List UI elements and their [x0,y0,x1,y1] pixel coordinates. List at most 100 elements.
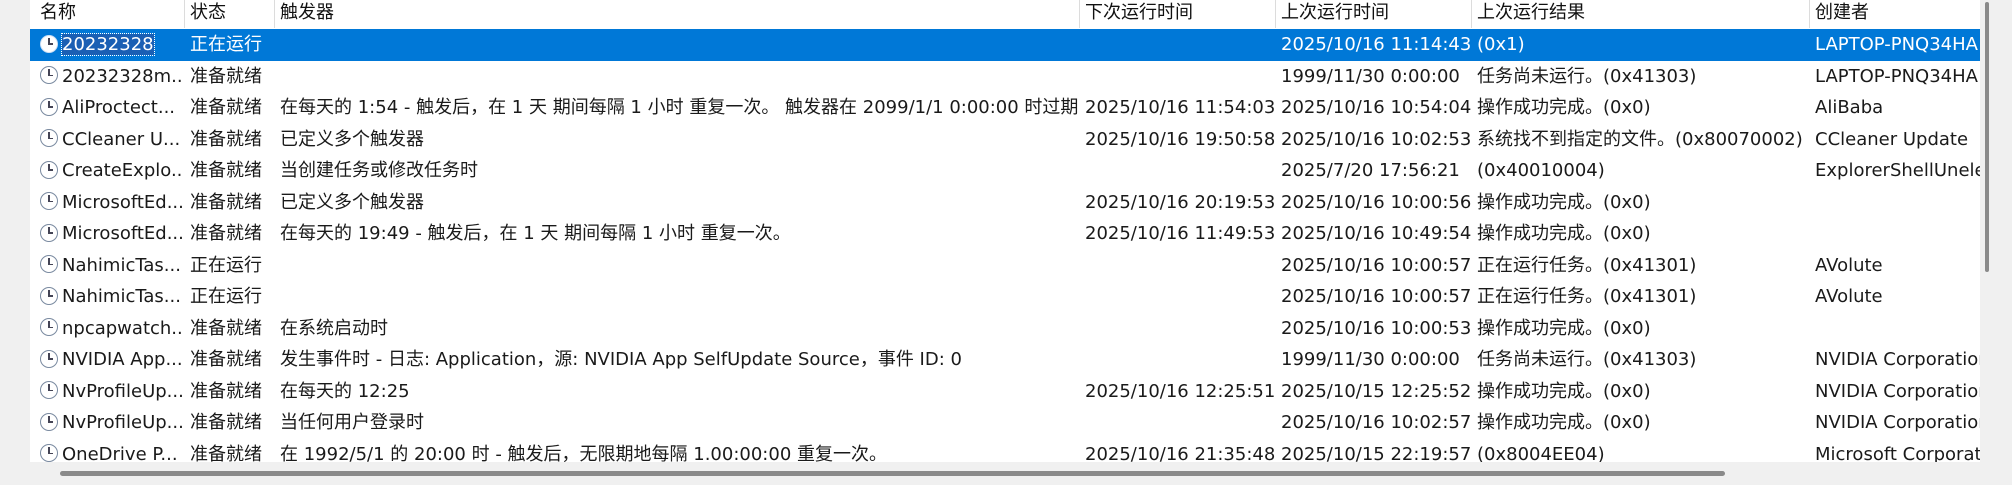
task-last-result-cell: (0x8004EE04) [1477,443,1605,463]
task-name-text: NahimicTas... [62,286,181,307]
task-name-cell: NVIDIA App... [34,344,184,376]
task-row[interactable]: NahimicTas... 正在运行 2025/10/16 10:00:57 正在运行… [30,281,1980,313]
task-author-cell: LAPTOP-PNQ34HA [1815,65,1978,87]
task-next-run-cell [1079,313,1275,345]
task-row[interactable]: NvProfileUp... 准备就绪 当任何用户登录时 2025/10/16 10:… [30,407,1980,439]
task-trigger-cell [274,250,1079,282]
column-header-next-run[interactable]: 下次运行时间 [1079,0,1275,28]
task-author-cell [1809,218,1980,250]
task-name-cell: NvProfileUp... [34,407,184,439]
vertical-scrollbar[interactable] [1980,0,1994,462]
task-status-cell: 准备就绪 [190,380,262,402]
task-row[interactable]: NahimicTas... 正在运行 2025/10/16 10:00:57 正在运行… [30,250,1980,282]
column-header-name[interactable]: 名称 [34,0,184,28]
task-clock-icon [40,412,58,431]
task-author-cell: AVolute [1815,254,1883,276]
task-author-cell: Microsoft Corporatio [1815,443,1980,463]
task-rows: 20232328 正在运行 2025/10/16 11:14:43 (0x1) LAPT… [30,29,1980,462]
column-header-last-run[interactable]: 上次运行时间 [1275,0,1471,28]
task-last-result-cell: 操作成功完成。(0x0) [1477,97,1651,118]
task-row[interactable]: OneDrive P... 准备就绪在 1992/5/1 的 20:00 时 - … [30,439,1980,463]
task-author-cell: AVolute [1815,286,1883,307]
task-trigger-cell [274,281,1079,313]
task-trigger-cell [274,29,1079,61]
task-next-run-cell [1079,407,1275,439]
task-name-cell: 20232328m... [34,61,184,93]
task-clock-icon [40,444,58,462]
task-next-run-cell [1079,29,1275,61]
task-last-result-cell: 正在运行任务。(0x41301) [1477,254,1697,276]
task-name-cell: npcapwatch... [34,313,184,345]
column-header-author[interactable]: 创建者 [1809,0,1980,28]
task-name-text: CreateExplo... [62,160,184,181]
task-last-run-cell: 2025/10/16 10:02:57 [1281,412,1471,433]
task-status-cell: 准备就绪 [190,160,262,181]
task-last-run-cell: 2025/10/16 10:00:57 [1281,286,1471,307]
task-last-run-cell: 2025/10/16 11:14:43 [1281,34,1471,55]
task-trigger-cell: 在每天的 19:49 - 触发后，在 1 天 期间每隔 1 小时 重复一次。 [280,223,791,244]
task-next-run-cell [1079,250,1275,282]
task-author-cell: CCleaner Update [1815,128,1969,150]
task-row[interactable]: CreateExplo... 准备就绪 当创建任务或修改任务时 2025/7/20 1… [30,155,1980,187]
task-status-cell: 正在运行 [190,286,262,307]
task-row[interactable]: MicrosoftEd... 准备就绪 已定义多个触发器 2025/10/16 20:… [30,187,1980,219]
task-name-text: NahimicTas... [62,254,181,276]
task-status-cell: 准备就绪 [190,443,262,463]
column-header-last-result[interactable]: 上次运行结果 [1471,0,1809,28]
horizontal-scrollbar[interactable] [30,462,1980,485]
task-last-result-cell: 任务尚未运行。(0x41303) [1477,349,1697,370]
horizontal-scrollbar-thumb[interactable] [60,471,1725,476]
task-last-result-cell: 操作成功完成。(0x0) [1477,191,1651,213]
task-status-cell: 正在运行 [190,254,262,276]
task-row[interactable]: CCleaner U... 准备就绪 已定义多个触发器 2025/10/16 19:5… [30,124,1980,156]
task-name-cell: MicrosoftEd... [34,218,184,250]
task-clock-icon [40,286,58,305]
task-author-cell: NVIDIA Corporation [1815,380,1980,402]
task-trigger-cell: 已定义多个触发器 [280,191,424,213]
task-name-cell: AliProctect... [34,92,184,124]
task-last-run-cell: 1999/11/30 0:00:00 [1281,349,1460,370]
task-row[interactable]: 20232328m... 准备就绪 1999/11/30 0:00:00 任务尚未运行… [30,61,1980,93]
task-row[interactable]: npcapwatch... 准备就绪 在系统启动时 2025/10/16 10:00:… [30,313,1980,345]
task-status-cell: 准备就绪 [190,317,262,339]
task-last-result-cell: 系统找不到指定的文件。(0x80070002) [1477,128,1803,150]
column-header-trigger[interactable]: 触发器 [274,0,1114,28]
task-trigger-cell: 发生事件时 - 日志: Application，源: NVIDIA App Se… [280,349,962,370]
task-trigger-cell [274,61,1079,93]
task-clock-icon [40,318,58,336]
task-name-cell: 20232328 [34,29,184,61]
task-next-run-cell: 2025/10/16 11:49:53 [1085,223,1275,244]
task-name-text: npcapwatch... [62,317,184,339]
task-row[interactable]: AliProctect... 准备就绪 在每天的 1:54 - 触发后，在 1 天 … [30,92,1980,124]
task-last-result-cell: 正在运行任务。(0x41301) [1477,286,1697,307]
task-name-text: 20232328 [61,33,155,56]
task-row[interactable]: NvProfileUp... 准备就绪 在每天的 12:25 2025/10/16 1… [30,376,1980,408]
task-row[interactable]: NVIDIA App... 准备就绪 发生事件时 - 日志: Application… [30,344,1980,376]
task-last-run-cell: 2025/10/16 10:00:57 [1281,254,1471,276]
task-status-cell: 准备就绪 [190,412,262,433]
task-last-run-cell: 1999/11/30 0:00:00 [1281,65,1460,87]
task-next-run-cell: 2025/10/16 11:54:03 [1085,97,1275,118]
task-next-run-cell [1079,61,1275,93]
column-header-status[interactable]: 状态 [184,0,272,28]
task-last-result-cell: 操作成功完成。(0x0) [1477,223,1651,244]
task-last-run-cell: 2025/10/16 10:54:04 [1281,97,1471,118]
task-name-cell: NvProfileUp... [34,376,184,408]
task-next-run-cell: 2025/10/16 19:50:58 [1085,128,1275,150]
task-name-cell: MicrosoftEd... [34,187,184,219]
task-trigger-cell: 在 1992/5/1 的 20:00 时 - 触发后，无限期地每隔 1.00:0… [280,443,887,463]
task-list-table[interactable]: 名称 状态 触发器 下次运行时间 上次运行时间 上次运行结果 创建者 20232… [30,0,1980,462]
task-next-run-cell [1079,281,1275,313]
task-last-run-cell: 2025/10/16 10:49:54 [1281,223,1471,244]
task-name-cell: NahimicTas... [34,281,184,313]
task-author-cell [1809,187,1980,219]
task-author-cell: ExplorerShellUnelev [1815,160,1980,181]
task-row[interactable]: 20232328 正在运行 2025/10/16 11:14:43 (0x1) LAPT… [30,29,1980,61]
task-name-text: OneDrive P... [62,443,178,463]
vertical-scrollbar-thumb[interactable] [1985,2,1989,272]
task-next-run-cell: 2025/10/16 21:35:48 [1085,443,1275,463]
task-name-text: NVIDIA App... [62,349,183,370]
task-status-cell: 准备就绪 [190,191,262,213]
task-row[interactable]: MicrosoftEd... 准备就绪 在每天的 19:49 - 触发后，在 1 天… [30,218,1980,250]
task-name-cell: OneDrive P... [34,439,184,463]
